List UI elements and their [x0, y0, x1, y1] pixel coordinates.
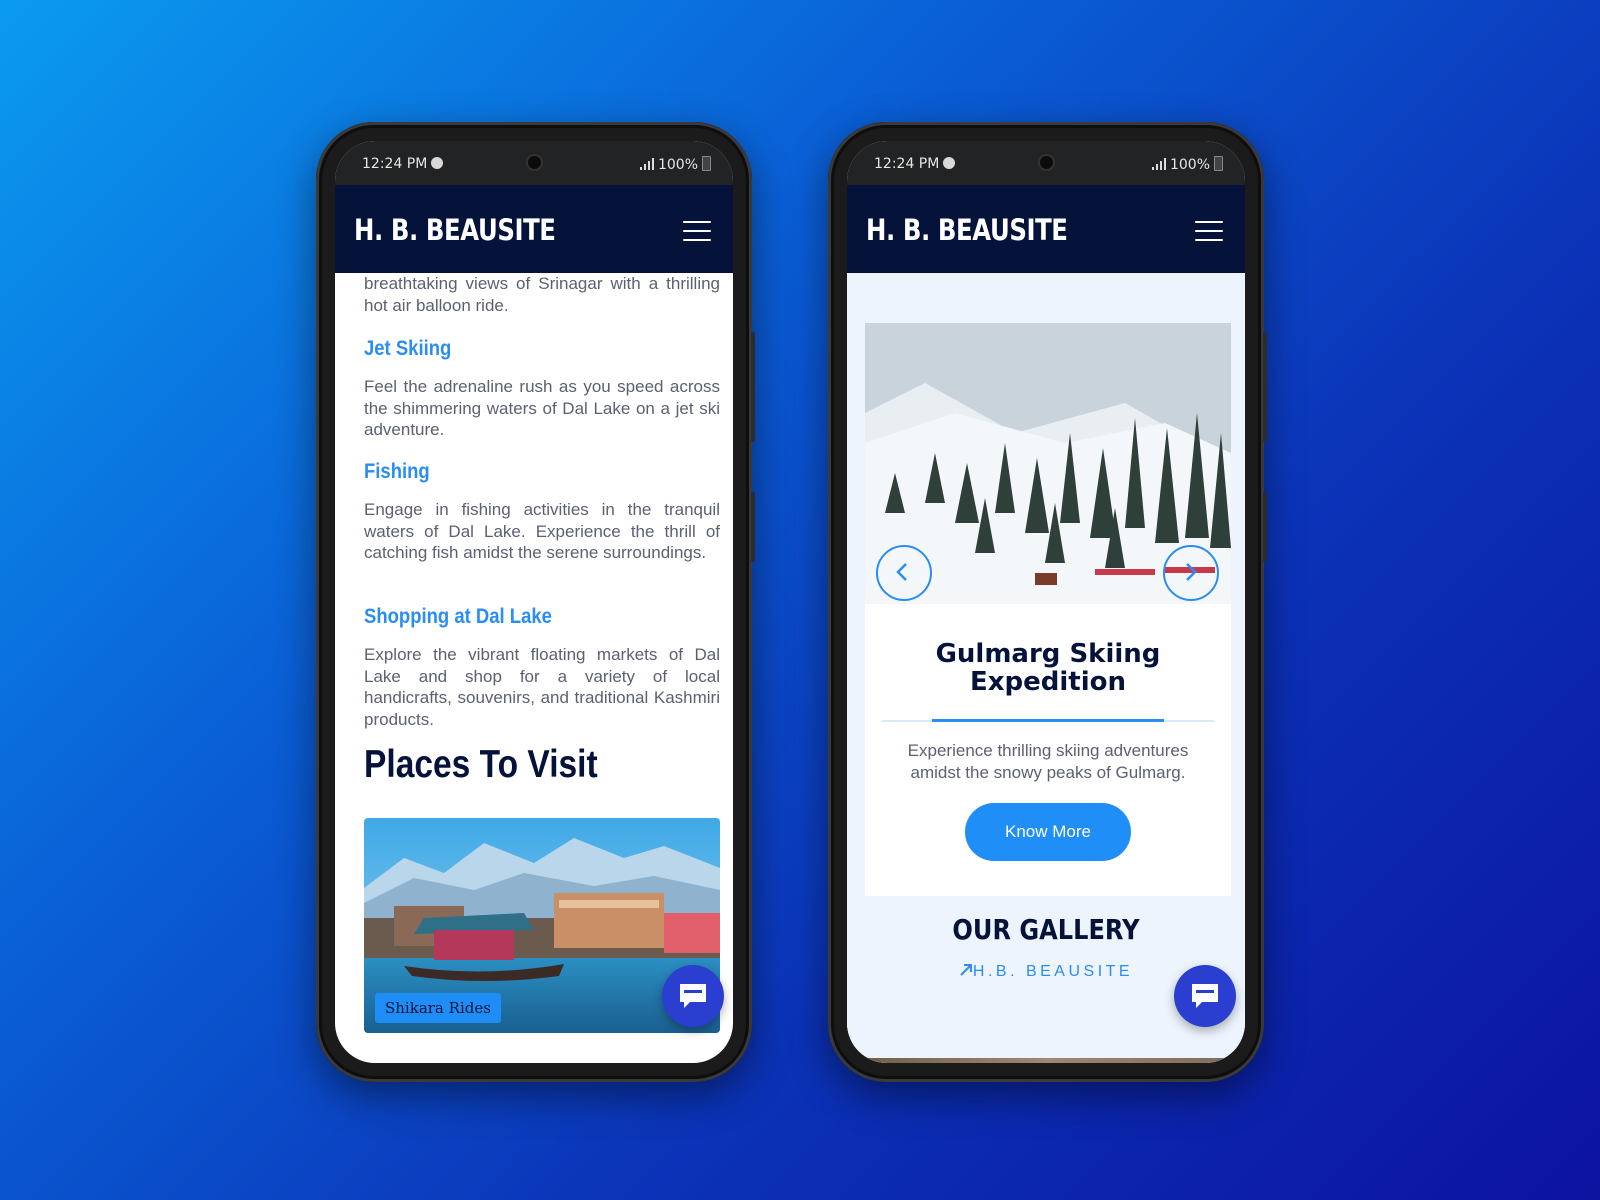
status-time-text: 12:24 PM — [874, 156, 940, 172]
chat-icon — [680, 984, 706, 1008]
chat-button[interactable] — [1174, 965, 1236, 1027]
gallery-subtitle-text: H.B. BEAUSITE — [972, 963, 1134, 980]
status-time: 12:24 PM — [362, 156, 444, 172]
phone-mockup-left: 12:24 PM 100% H. B. BEAUSITE breathtakin… — [316, 122, 755, 1082]
gallery-heading: OUR GALLERY — [952, 913, 1140, 946]
battery-icon — [1214, 156, 1223, 171]
slide-title: Gulmarg Skiing Expedition — [935, 639, 1161, 697]
spotify-icon — [943, 157, 956, 169]
activity-title: Shopping at Dal Lake — [364, 605, 552, 628]
balloon-description: breathtaking views of Srinagar with a th… — [364, 274, 720, 315]
chat-icon — [1192, 984, 1218, 1008]
experience-slide: Gulmarg Skiing Expedition Experience thr… — [865, 323, 1231, 896]
front-camera — [1040, 156, 1053, 169]
spotify-icon — [431, 157, 444, 169]
phone-screen-right: 12:24 PM 100% H. B. BEAUSITE Gulmarg Ski… — [847, 141, 1245, 1063]
status-right: 100% — [639, 156, 711, 173]
site-logo[interactable]: H. B. BEAUSITE — [354, 213, 556, 247]
activities-section: breathtaking views of Srinagar with a th… — [335, 273, 733, 1063]
battery-icon — [702, 156, 711, 171]
activity-description: Feel the adrenaline rush as you speed ac… — [364, 377, 720, 439]
battery-percent: 100% — [657, 157, 698, 173]
signal-icon — [639, 158, 654, 170]
phone-screen-left: 12:24 PM 100% H. B. BEAUSITE breathtakin… — [335, 141, 733, 1063]
activity-description: Explore the vibrant floating markets of … — [364, 645, 720, 729]
activity-description: Engage in fishing activities in the tran… — [364, 500, 720, 562]
place-label: Shikara Rides — [375, 993, 501, 1023]
volume-button — [751, 492, 755, 562]
power-button — [1263, 332, 1267, 442]
gallery-image-peek — [847, 1058, 1245, 1063]
know-more-button[interactable]: Know More — [965, 803, 1131, 861]
carousel-prev-button[interactable] — [876, 545, 932, 601]
chevron-left-icon — [896, 563, 907, 581]
phone-mockup-right: 12:24 PM 100% H. B. BEAUSITE Gulmarg Ski… — [828, 122, 1267, 1082]
menu-icon[interactable] — [683, 221, 711, 243]
menu-icon[interactable] — [1195, 221, 1223, 243]
activity-title: Jet Skiing — [364, 337, 452, 360]
site-logo[interactable]: H. B. BEAUSITE — [866, 213, 1068, 247]
chevron-right-icon — [1186, 563, 1197, 581]
experiences-section: Gulmarg Skiing Expedition Experience thr… — [847, 273, 1245, 1063]
slide-description: Experience thrilling skiing adventures a… — [907, 741, 1189, 782]
power-button — [751, 332, 755, 442]
site-header: H. B. BEAUSITE — [847, 185, 1245, 273]
status-right: 100% — [1151, 156, 1223, 173]
status-time-text: 12:24 PM — [362, 156, 428, 172]
status-bar: 12:24 PM 100% — [847, 141, 1245, 185]
title-divider — [882, 719, 1214, 722]
places-heading: Places To Visit — [364, 743, 598, 786]
front-camera — [528, 156, 541, 169]
carousel-next-button[interactable] — [1163, 545, 1219, 601]
signal-icon — [1151, 158, 1166, 170]
arrow-up-right-icon — [960, 964, 972, 976]
volume-button — [1263, 492, 1267, 562]
status-bar: 12:24 PM 100% — [335, 141, 733, 185]
battery-percent: 100% — [1169, 157, 1210, 173]
chat-button[interactable] — [662, 965, 724, 1027]
site-header: H. B. BEAUSITE — [335, 185, 733, 273]
activity-title: Fishing — [364, 460, 430, 483]
status-time: 12:24 PM — [874, 156, 956, 172]
